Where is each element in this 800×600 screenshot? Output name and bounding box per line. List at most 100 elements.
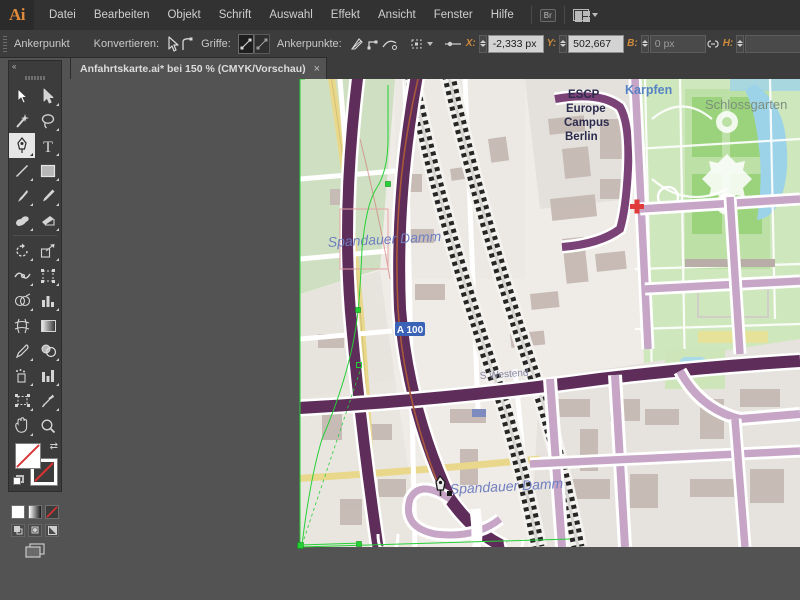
x-field-label: X: [465, 38, 476, 49]
rectangle-tool[interactable] [35, 158, 61, 183]
pencil-tool[interactable] [35, 183, 61, 208]
menu-fenster[interactable]: Fenster [425, 5, 482, 25]
control-anchors-label: Ankerpunkte: [276, 37, 342, 50]
y-input[interactable]: 502,667 px [568, 34, 625, 67]
document-tab[interactable]: Anfahrtskarte.ai* bei 150 % (CMYK/Vorsch… [70, 57, 328, 79]
link-ratio-icon[interactable] [706, 34, 720, 54]
tool-flyout-indicator [30, 228, 33, 231]
magic-wand-tool[interactable] [9, 108, 35, 133]
blob-brush-tool[interactable] [9, 208, 35, 233]
line-segment-tool[interactable] [9, 158, 35, 183]
control-bar-grip[interactable] [0, 30, 7, 57]
fill-stroke-controls: ⇄ [9, 441, 61, 503]
blend-tool[interactable] [35, 338, 61, 363]
svg-text:ESCP: ESCP [568, 89, 600, 101]
y-stepper[interactable] [559, 34, 568, 53]
tools-panel-grip[interactable] [9, 72, 61, 83]
illustrator-window: Ai Datei Bearbeiten Objekt Schrift Auswa… [0, 0, 800, 600]
mesh-tool[interactable] [9, 313, 35, 338]
tools-grid-2 [9, 238, 61, 438]
screen-mode-button[interactable] [9, 543, 61, 559]
tool-flyout-indicator [56, 153, 59, 156]
height-stepper[interactable] [736, 34, 745, 53]
cut-path-icon[interactable] [381, 34, 399, 54]
gradient-swatch-button[interactable] [28, 505, 42, 519]
free-transform-tool[interactable] [35, 263, 61, 288]
svg-text:Berlin: Berlin [565, 131, 598, 143]
show-handles-button[interactable] [237, 33, 254, 54]
type-tool[interactable]: T [35, 133, 61, 158]
bar-graph-tool[interactable] [35, 363, 61, 388]
connect-anchors-icon[interactable] [365, 34, 381, 54]
selection-tool[interactable] [9, 83, 35, 108]
direct-selection-tool[interactable] [35, 83, 61, 108]
pen-tool[interactable] [9, 133, 35, 158]
width-stepper[interactable] [640, 34, 649, 53]
arrange-documents-icon [572, 9, 590, 22]
lasso-tool[interactable] [35, 108, 61, 133]
menu-effekt[interactable]: Effekt [322, 5, 369, 25]
draw-inside-icon[interactable] [45, 524, 59, 537]
draw-behind-icon[interactable] [28, 524, 42, 537]
menu-hilfe[interactable]: Hilfe [482, 5, 523, 25]
tool-flyout-indicator [56, 308, 59, 311]
chevron-down-icon [591, 13, 598, 17]
zoom-tool[interactable] [35, 413, 61, 438]
menu-schrift[interactable]: Schrift [210, 5, 261, 25]
convert-to-corner-icon[interactable] [166, 34, 180, 54]
autobahn-shield: A 100 [395, 322, 425, 336]
default-fill-stroke-icon[interactable] [13, 475, 24, 486]
menu-bar: Ai Datei Bearbeiten Objekt Schrift Auswa… [0, 0, 800, 31]
x-stepper[interactable] [478, 34, 487, 53]
eraser-tool[interactable] [35, 208, 61, 233]
artboard-tool[interactable] [9, 388, 35, 413]
swap-fill-stroke-icon[interactable]: ⇄ [50, 441, 58, 452]
tools-panel-collapse[interactable]: « [9, 61, 61, 72]
hide-handles-button[interactable] [253, 33, 270, 54]
slice-tool[interactable] [35, 388, 61, 413]
tool-flyout-indicator [56, 203, 59, 206]
arrange-documents-button[interactable] [572, 9, 598, 22]
svg-text:Europe: Europe [566, 103, 606, 115]
tool-flyout-indicator [56, 383, 59, 386]
tools-divider-1 [13, 235, 57, 236]
tool-flyout-indicator [30, 383, 33, 386]
document-canvas[interactable]: Karpfen Schlossgarten ESCP Europe Campus… [70, 79, 800, 600]
color-swatch-button[interactable] [11, 505, 25, 519]
scale-tool[interactable] [35, 238, 61, 263]
menu-objekt[interactable]: Objekt [158, 5, 209, 25]
menu-datei[interactable]: Datei [40, 5, 85, 25]
height-input[interactable] [745, 34, 800, 53]
align-options-chevron-icon[interactable] [426, 41, 433, 46]
menu-auswahl[interactable]: Auswahl [260, 5, 321, 25]
close-icon[interactable]: × [314, 63, 320, 75]
pasteboard-area[interactable] [70, 79, 300, 600]
draw-normal-icon[interactable] [11, 524, 25, 537]
align-to-selection-icon[interactable] [409, 34, 427, 54]
menu-ansicht[interactable]: Ansicht [369, 5, 425, 25]
menu-bearbeiten[interactable]: Bearbeiten [85, 5, 159, 25]
tool-flyout-indicator [30, 153, 33, 156]
fill-swatch[interactable] [15, 443, 41, 469]
app-logo: Ai [0, 0, 34, 30]
width-input[interactable]: 0 px [649, 34, 706, 53]
bridge-icon[interactable]: Br [539, 8, 556, 22]
tool-flyout-indicator [56, 128, 59, 131]
rotate-tool[interactable] [9, 238, 35, 263]
x-input[interactable]: -2,333 px [487, 34, 544, 53]
eyedropper-tool[interactable] [9, 338, 35, 363]
symbol-sprayer-tool[interactable] [9, 363, 35, 388]
pen-tool-cursor [435, 475, 452, 496]
width-tool[interactable] [9, 263, 35, 288]
paintbrush-tool[interactable] [9, 183, 35, 208]
remove-anchor-icon[interactable] [349, 34, 365, 54]
transform-anchor-icon [443, 34, 463, 54]
gradient-tool[interactable] [35, 313, 61, 338]
artboard-map[interactable]: Karpfen Schlossgarten ESCP Europe Campus… [300, 79, 800, 547]
none-swatch-button[interactable] [45, 505, 59, 519]
shape-builder-tool[interactable] [9, 288, 35, 313]
hand-tool[interactable] [9, 413, 35, 438]
convert-to-smooth-icon[interactable] [180, 34, 194, 54]
svg-text:A 100: A 100 [397, 325, 424, 336]
column-graph-tool[interactable] [35, 288, 61, 313]
